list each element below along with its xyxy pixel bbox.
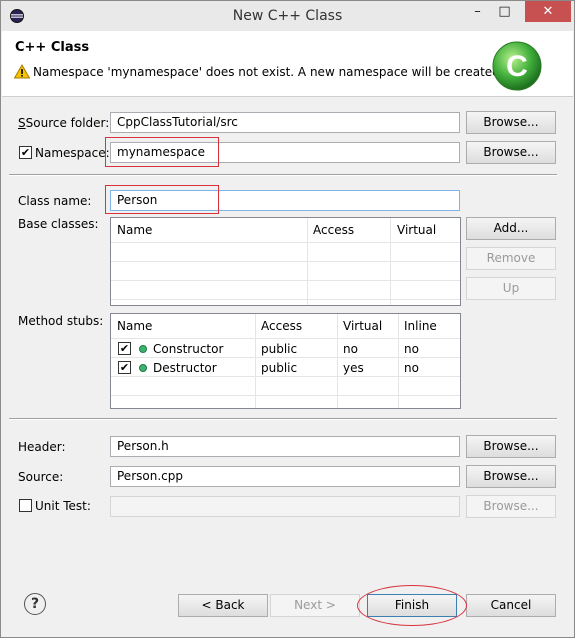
minimize-button[interactable]: – [464,1,491,22]
unit-test-input[interactable] [110,496,460,517]
stub-access-cell[interactable]: public [261,361,297,375]
wizard-header: C++ Class Namespace 'mynamespace' does n… [2,31,573,97]
close-button[interactable]: ✕ [525,1,571,22]
source-label: Source: [18,470,64,484]
base-row-line-4 [111,299,460,300]
source-folder-label-text: Source folder: [25,116,110,130]
wizard-message: Namespace 'mynamespace' does not exist. … [33,65,504,79]
stub-col-divider-2 [337,314,338,408]
header-file-input[interactable]: Person.h [110,436,460,457]
class-name-input[interactable]: Person [110,190,460,211]
base-row-line-1 [111,242,460,243]
help-icon[interactable]: ? [24,593,46,615]
stub-col-access[interactable]: Access [255,314,337,338]
header-browse-button[interactable]: Browse... [466,435,556,458]
cpp-class-logo-icon: C [492,41,542,91]
stub-row-line-1 [111,338,460,339]
stub-row-line-4 [111,395,460,396]
source-folder-browse-button[interactable]: Browse... [466,111,556,134]
unit-test-label: Unit Test: [35,499,91,513]
stub-col-inline[interactable]: Inline [398,314,460,338]
warning-icon [14,64,30,79]
method-stubs-label: Method stubs: [18,314,104,328]
unit-test-browse-button[interactable]: Browse... [466,495,556,518]
public-method-icon [139,364,147,372]
next-button[interactable]: Next > [270,594,360,617]
stub-name-cell: Constructor [153,342,224,356]
finish-button[interactable]: Finish [367,594,457,617]
namespace-browse-button[interactable]: Browse... [466,141,556,164]
wizard-title: C++ Class [15,40,90,55]
remove-base-class-button[interactable]: Remove [466,247,556,270]
unit-test-checkbox[interactable] [19,499,32,512]
base-col-access[interactable]: Access [307,218,391,242]
namespace-label: Namespace: [35,146,110,160]
stub-access-cell[interactable]: public [261,342,297,356]
stub-row-line-2 [111,357,460,358]
maximize-button[interactable]: □ [491,1,518,22]
stub-col-divider-3 [398,314,399,408]
base-classes-label: Base classes: [18,217,99,231]
stub-virtual-cell[interactable]: yes [343,361,364,375]
constructor-checkbox[interactable]: ✔ [118,342,131,355]
public-method-icon [139,345,147,353]
namespace-checkbox[interactable]: ✔ [19,146,32,159]
source-folder-input[interactable]: CppClassTutorial/src [110,112,460,133]
stub-inline-cell[interactable]: no [404,342,419,356]
base-row-line-3 [111,280,460,281]
stub-inline-cell[interactable]: no [404,361,419,375]
separator-1 [9,174,557,176]
stub-col-divider-1 [255,314,256,408]
add-base-class-button[interactable]: Add... [466,217,556,240]
method-stubs-table[interactable]: Name Access Virtual Inline ✔ Constructor… [110,313,461,409]
title-bar: New C++ Class – □ ✕ [1,1,574,31]
source-folder-label: SSource folder: [18,116,110,130]
stub-col-virtual[interactable]: Virtual [337,314,398,338]
cancel-button[interactable]: Cancel [466,594,556,617]
stub-virtual-cell[interactable]: no [343,342,358,356]
stub-name-cell: Destructor [153,361,217,375]
namespace-input[interactable]: mynamespace [110,142,460,163]
separator-2 [9,418,557,420]
back-button[interactable]: < Back [178,594,268,617]
header-label: Header: [18,440,66,454]
base-classes-table[interactable]: Name Access Virtual [110,217,461,306]
dialog-window: New C++ Class – □ ✕ C++ Class Namespace … [0,0,575,638]
class-name-label: Class name: [18,194,92,208]
destructor-checkbox[interactable]: ✔ [118,361,131,374]
logo-letter: C [506,50,528,83]
base-row-line-2 [111,261,460,262]
move-up-button[interactable]: Up [466,277,556,300]
source-file-input[interactable]: Person.cpp [110,466,460,487]
stub-row-line-3 [111,376,460,377]
base-col-name[interactable]: Name [111,218,307,242]
stub-col-name[interactable]: Name [111,314,255,338]
source-browse-button[interactable]: Browse... [466,465,556,488]
base-col-virtual[interactable]: Virtual [391,218,460,242]
